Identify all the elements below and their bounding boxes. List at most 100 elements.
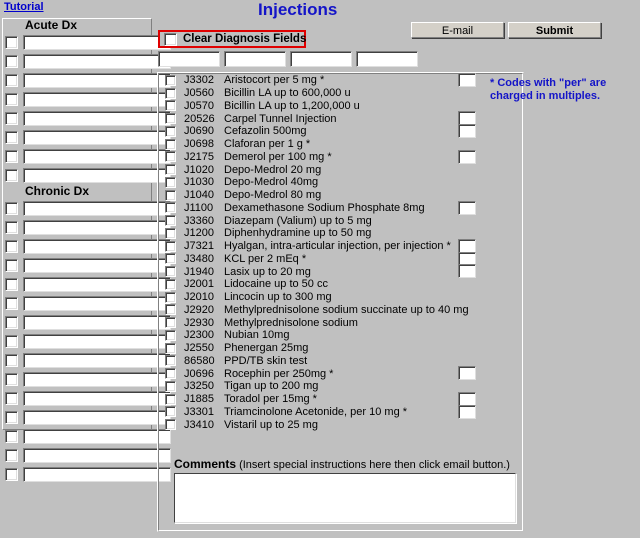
drug-checkbox[interactable] <box>165 176 176 188</box>
drug-checkbox[interactable] <box>165 291 176 303</box>
chronic-dx-input[interactable] <box>23 277 171 292</box>
drug-checkbox[interactable] <box>165 368 176 380</box>
chronic-dx-input[interactable] <box>23 391 171 406</box>
drug-checkbox[interactable] <box>165 317 176 329</box>
acute-dx-checkbox[interactable] <box>5 112 18 125</box>
chronic-dx-checkbox[interactable] <box>5 392 18 405</box>
drug-name: Lincocin up to 300 mg <box>224 291 332 304</box>
drug-checkbox[interactable] <box>165 329 176 341</box>
email-button[interactable]: E-mail <box>411 22 504 38</box>
drug-name: Diazepam (Valium) up to 5 mg <box>224 214 372 227</box>
chronic-dx-checkbox[interactable] <box>5 354 18 367</box>
drug-checkbox[interactable] <box>165 189 176 201</box>
drug-checkbox[interactable] <box>165 227 176 239</box>
drug-checkbox[interactable] <box>165 380 176 392</box>
acute-dx-input[interactable] <box>23 168 171 183</box>
drug-checkbox[interactable] <box>165 278 176 290</box>
chronic-dx-input[interactable] <box>23 334 171 349</box>
clear-diagnosis-fields-checkbox[interactable] <box>164 32 177 46</box>
diagnosis-code-input[interactable] <box>356 51 418 67</box>
drug-checkbox[interactable] <box>165 125 176 137</box>
chronic-dx-checkbox[interactable] <box>5 373 18 386</box>
chronic-dx-checkbox[interactable] <box>5 430 18 443</box>
chronic-dx-checkbox[interactable] <box>5 335 18 348</box>
submit-button[interactable]: Submit <box>508 22 601 38</box>
acute-dx-checkbox[interactable] <box>5 131 18 144</box>
acute-dx-input[interactable] <box>23 111 171 126</box>
acute-dx-input[interactable] <box>23 130 171 145</box>
drug-checkbox[interactable] <box>165 240 176 252</box>
acute-dx-input[interactable] <box>23 92 171 107</box>
drug-checkbox[interactable] <box>165 164 176 176</box>
drug-quantity-input[interactable] <box>458 73 476 87</box>
chronic-dx-input[interactable] <box>23 220 171 235</box>
chronic-dx-checkbox[interactable] <box>5 316 18 329</box>
drug-checkbox[interactable] <box>165 202 176 214</box>
drug-checkbox[interactable] <box>165 393 176 405</box>
diagnosis-code-input[interactable] <box>158 51 220 67</box>
drug-checkbox[interactable] <box>165 138 176 150</box>
acute-dx-checkbox[interactable] <box>5 36 18 49</box>
chronic-dx-checkbox[interactable] <box>5 202 18 215</box>
chronic-dx-checkbox[interactable] <box>5 297 18 310</box>
drug-checkbox[interactable] <box>165 406 176 418</box>
acute-dx-checkbox[interactable] <box>5 169 18 182</box>
chronic-dx-row <box>3 199 171 218</box>
drug-checkbox[interactable] <box>165 151 176 163</box>
chronic-dx-input[interactable] <box>23 239 171 254</box>
chronic-dx-input[interactable] <box>23 258 171 273</box>
drug-checkbox[interactable] <box>165 100 176 112</box>
acute-dx-checkbox[interactable] <box>5 150 18 163</box>
diagnosis-code-input[interactable] <box>224 51 286 67</box>
chronic-dx-row <box>3 237 171 256</box>
drug-quantity-input[interactable] <box>458 124 476 138</box>
drug-row: J0696 Rocephin per 250mg * <box>165 366 515 381</box>
chronic-dx-checkbox[interactable] <box>5 259 18 272</box>
tutorial-link[interactable]: Tutorial <box>4 1 44 13</box>
drug-checkbox[interactable] <box>165 74 176 86</box>
chronic-dx-input[interactable] <box>23 353 171 368</box>
drug-name: PPD/TB skin test <box>224 354 308 367</box>
diagnosis-code-input[interactable] <box>290 51 352 67</box>
drug-checkbox[interactable] <box>165 266 176 278</box>
acute-dx-input[interactable] <box>23 149 171 164</box>
drug-checkbox[interactable] <box>165 419 176 431</box>
drug-code: J2550 <box>184 342 214 355</box>
chronic-dx-checkbox[interactable] <box>5 278 18 291</box>
chronic-dx-input[interactable] <box>23 448 171 463</box>
drug-quantity-input[interactable] <box>458 366 476 381</box>
chronic-dx-checkbox[interactable] <box>5 221 18 234</box>
drug-checkbox[interactable] <box>165 253 176 265</box>
drug-checkbox[interactable] <box>165 342 176 354</box>
chronic-dx-input[interactable] <box>23 315 171 330</box>
comments-textarea[interactable] <box>174 473 516 523</box>
comments-label: Comments <box>174 457 237 471</box>
drug-quantity-input[interactable] <box>458 264 476 279</box>
acute-dx-input[interactable] <box>23 35 171 50</box>
page-title: Injections <box>258 0 338 19</box>
acute-dx-input[interactable] <box>23 54 171 69</box>
acute-dx-checkbox[interactable] <box>5 93 18 106</box>
drug-checkbox[interactable] <box>165 113 176 125</box>
chronic-dx-input[interactable] <box>23 410 171 425</box>
drug-checkbox[interactable] <box>165 355 176 367</box>
drug-quantity-input[interactable] <box>458 200 476 215</box>
chronic-dx-checkbox[interactable] <box>5 468 18 481</box>
drug-checkbox[interactable] <box>165 215 176 227</box>
chronic-dx-input[interactable] <box>23 372 171 387</box>
chronic-dx-input[interactable] <box>23 296 171 311</box>
chronic-dx-checkbox[interactable] <box>5 240 18 253</box>
chronic-dx-checkbox[interactable] <box>5 449 18 462</box>
chronic-dx-checkbox[interactable] <box>5 411 18 424</box>
acute-dx-checkbox[interactable] <box>5 74 18 87</box>
chronic-dx-input[interactable] <box>23 201 171 216</box>
chronic-dx-input[interactable] <box>23 429 171 444</box>
drug-checkbox[interactable] <box>165 87 176 99</box>
drug-quantity-input[interactable] <box>458 404 476 419</box>
acute-dx-checkbox[interactable] <box>5 55 18 68</box>
drug-quantity-input[interactable] <box>458 149 476 164</box>
chronic-dx-input[interactable] <box>23 467 171 482</box>
clear-diagnosis-fields-group[interactable]: Clear Diagnosis Fields <box>158 30 306 48</box>
drug-checkbox[interactable] <box>165 304 176 316</box>
acute-dx-input[interactable] <box>23 73 171 88</box>
